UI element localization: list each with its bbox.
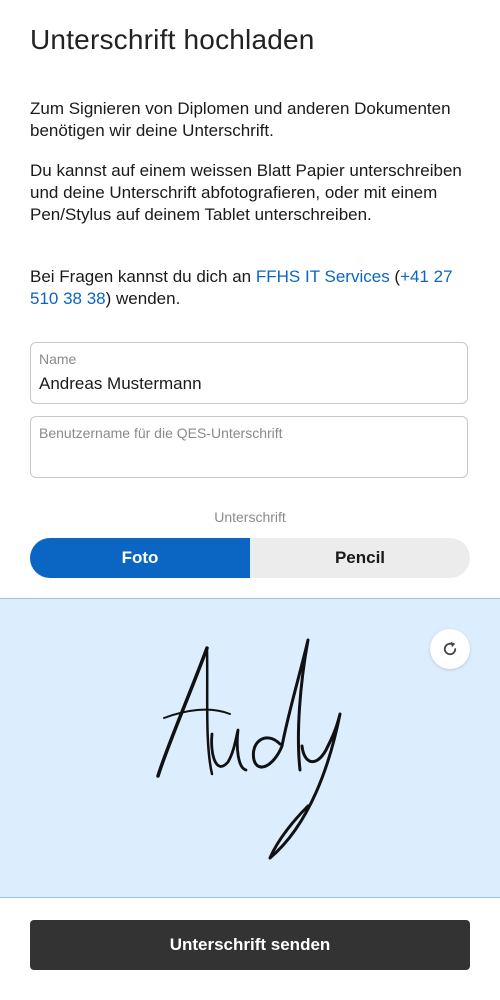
page-title: Unterschrift hochladen [30, 24, 315, 55]
intro-paragraph-1: Zum Signieren von Diplomen und anderen D… [30, 99, 451, 140]
signature-preview-area[interactable] [0, 598, 500, 898]
name-field-label: Name [39, 351, 77, 367]
submit-signature-button[interactable]: Unterschrift senden [30, 920, 470, 970]
upload-signature-page: Unterschrift hochladen Zum Signieren von… [0, 0, 500, 1000]
intro-paragraph-2: Du kannst auf einem weissen Blatt Papier… [30, 161, 462, 224]
reset-signature-button[interactable] [430, 629, 470, 669]
qes-username-field[interactable]: Benutzername für die QES-Unterschrift [30, 416, 468, 478]
signature-stroke-a3 [163, 708, 231, 719]
signature-caption: Unterschrift [214, 509, 286, 525]
name-field[interactable]: Name Andreas Mustermann [30, 342, 468, 404]
contact-text-middle: ( [389, 267, 401, 286]
qes-username-placeholder: Benutzername für die QES-Unterschrift [39, 425, 283, 441]
signature-stroke-a2 [205, 646, 214, 776]
contact-text-after: ) wenden. [105, 289, 181, 308]
tab-pencil[interactable]: Pencil [250, 538, 470, 578]
it-services-link[interactable]: FFHS IT Services [256, 267, 390, 286]
signature-image [156, 638, 342, 860]
signature-stroke-u [210, 728, 248, 772]
tab-foto[interactable]: Foto [30, 538, 250, 578]
signature-stroke-y [268, 712, 342, 860]
contact-paragraph: Bei Fragen kannst du dich an FFHS IT Ser… [30, 266, 475, 310]
name-field-value[interactable]: Andreas Mustermann [39, 374, 202, 394]
contact-text-before: Bei Fragen kannst du dich an [30, 267, 256, 286]
refresh-icon [443, 641, 457, 656]
signature-mode-toggle: Foto Pencil [30, 538, 470, 578]
signature-stroke-d [251, 638, 310, 772]
